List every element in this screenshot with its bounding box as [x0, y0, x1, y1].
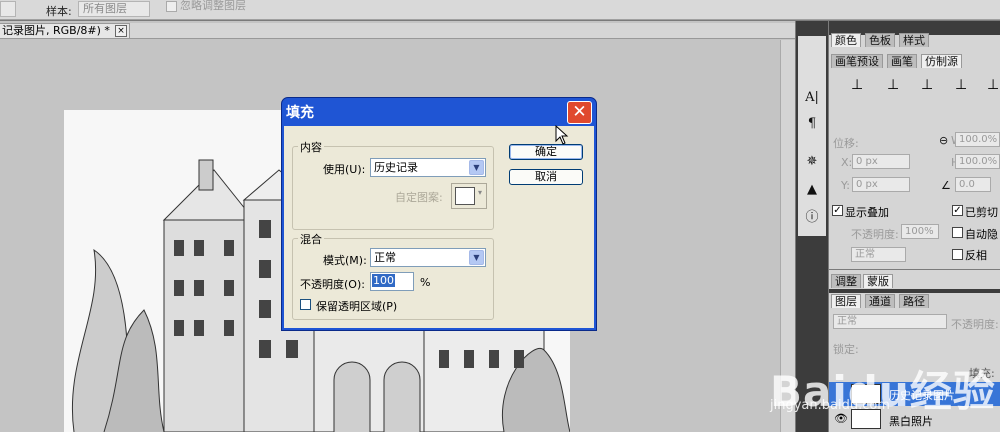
tab-channels[interactable]: 通道: [865, 294, 895, 308]
invert-label: 反相: [965, 249, 987, 262]
clone-source-1-icon[interactable]: ⊥: [851, 77, 863, 93]
layer-opacity-label: 不透明度:: [951, 318, 999, 331]
y-label: Y:: [841, 179, 850, 192]
ok-button[interactable]: 确定: [509, 144, 583, 160]
angle-field[interactable]: 0.0: [955, 177, 991, 192]
mode-select-value: 正常: [374, 251, 396, 264]
cancel-button[interactable]: 取消: [509, 169, 583, 185]
clone-source-panel: 颜色 色板 样式 画笔预设 画笔 仿制源 ⊥ ⊥ ⊥ ⊥ ⊥ 位移: X: 0 …: [829, 21, 1000, 269]
x-label: X:: [841, 156, 853, 169]
close-icon[interactable]: ✕: [567, 101, 592, 124]
sample-label: 样本:: [46, 5, 72, 18]
tab-styles[interactable]: 样式: [899, 33, 929, 47]
clipped-label: 已剪切: [965, 206, 998, 219]
invert-checkbox[interactable]: [952, 249, 963, 260]
overlay-blend-select[interactable]: 正常: [851, 247, 906, 262]
use-select[interactable]: 历史记录 ▼: [370, 158, 486, 177]
clipped-checkbox[interactable]: ✓: [952, 205, 963, 216]
dialog-title: 填充: [286, 105, 314, 121]
auto-hide-label: 自动隐: [965, 228, 998, 241]
character-panel-icon[interactable]: A|: [802, 88, 822, 108]
document-tab-title: 记录图片, RGB/8#) *: [2, 24, 110, 37]
ignore-adjust-label: 忽略调整图层: [180, 0, 246, 12]
options-bar: 样本: 所有图层 忽略调整图层: [0, 0, 1000, 20]
offset-label: 位移:: [833, 137, 859, 150]
tab-color[interactable]: 颜色: [831, 33, 861, 47]
chevron-down-icon: ▼: [469, 160, 484, 175]
clone-source-3-icon[interactable]: ⊥: [921, 77, 933, 93]
x-offset-field[interactable]: 0 px: [852, 154, 910, 169]
close-document-button[interactable]: ×: [115, 25, 127, 37]
panel-divider: [829, 289, 1000, 293]
preserve-transparency-label: 保留透明区域(P): [316, 300, 398, 313]
angle-icon: ∠: [941, 179, 951, 192]
y-offset-field[interactable]: 0 px: [852, 177, 910, 192]
h-scale-field[interactable]: 100.0%: [955, 154, 1000, 169]
layer-blend-select[interactable]: 正常: [833, 314, 947, 329]
ignore-adjust-checkbox[interactable]: [166, 1, 177, 12]
show-overlay-checkbox[interactable]: ✓: [832, 205, 843, 216]
tab-paths[interactable]: 路径: [899, 294, 929, 308]
watermark-url: jingyan.baidu.com: [770, 398, 890, 413]
pattern-swatch: [455, 187, 475, 205]
tab-brush[interactable]: 画笔: [887, 54, 917, 68]
use-select-value: 历史记录: [374, 161, 418, 174]
opacity-field[interactable]: 100: [370, 272, 414, 291]
clone-source-4-icon[interactable]: ⊥: [955, 77, 967, 93]
preserve-transparency-checkbox[interactable]: [300, 299, 311, 310]
tab-swatches[interactable]: 色板: [865, 33, 895, 47]
clone-source-5-icon[interactable]: ⊥: [987, 77, 999, 93]
document-tab[interactable]: 记录图片, RGB/8#) *: [0, 23, 130, 39]
info-panel-icon[interactable]: ⓘ: [802, 208, 822, 228]
chevron-down-icon: ▾: [478, 188, 483, 197]
dialog-body: 内容 使用(U): 历史记录 ▼ 自定图案: ▾ 混合 模式(M): 正常 ▼ …: [284, 126, 594, 328]
auto-hide-checkbox[interactable]: [952, 227, 963, 238]
content-group-title: 内容: [298, 139, 324, 155]
percent-label: %: [420, 276, 431, 289]
mode-select[interactable]: 正常 ▼: [370, 248, 486, 267]
opacity-label: 不透明度(O):: [300, 278, 365, 291]
tool-preset-select[interactable]: [0, 1, 16, 17]
show-overlay-label: 显示叠加: [845, 206, 889, 219]
opacity-value: 100: [372, 274, 395, 287]
w-scale-field[interactable]: 100.0%: [955, 132, 1000, 147]
tab-clone-source[interactable]: 仿制源: [921, 54, 962, 68]
tab-masks[interactable]: 蒙版: [863, 274, 893, 288]
mouse-cursor-icon: [555, 124, 569, 148]
tab-brush-presets[interactable]: 画笔预设: [831, 54, 883, 68]
navigator-panel-icon[interactable]: ✵: [802, 152, 822, 172]
chevron-down-icon: ▼: [469, 250, 484, 265]
custom-pattern-label: 自定图案:: [395, 191, 443, 204]
overlay-opacity-label: 不透明度:: [851, 228, 899, 241]
overlay-opacity-field[interactable]: 100%: [901, 224, 939, 239]
blend-group-title: 混合: [298, 231, 324, 247]
lock-label: 锁定:: [833, 343, 859, 356]
use-label: 使用(U):: [323, 163, 366, 176]
mode-label: 模式(M):: [323, 254, 367, 267]
tab-adjustments[interactable]: 调整: [831, 274, 861, 288]
link-icon[interactable]: ⊖: [939, 134, 948, 147]
clone-source-2-icon[interactable]: ⊥: [887, 77, 899, 93]
panel-icons-column: A| ¶ ✵ ▲ ⓘ: [798, 36, 826, 236]
sample-select[interactable]: 所有图层: [78, 1, 150, 17]
paragraph-panel-icon[interactable]: ¶: [802, 114, 822, 134]
document-tab-bar: [130, 23, 795, 39]
histogram-panel-icon[interactable]: ▲: [802, 180, 822, 200]
custom-pattern-picker[interactable]: ▾: [451, 183, 487, 209]
tab-layers[interactable]: 图层: [831, 294, 861, 308]
